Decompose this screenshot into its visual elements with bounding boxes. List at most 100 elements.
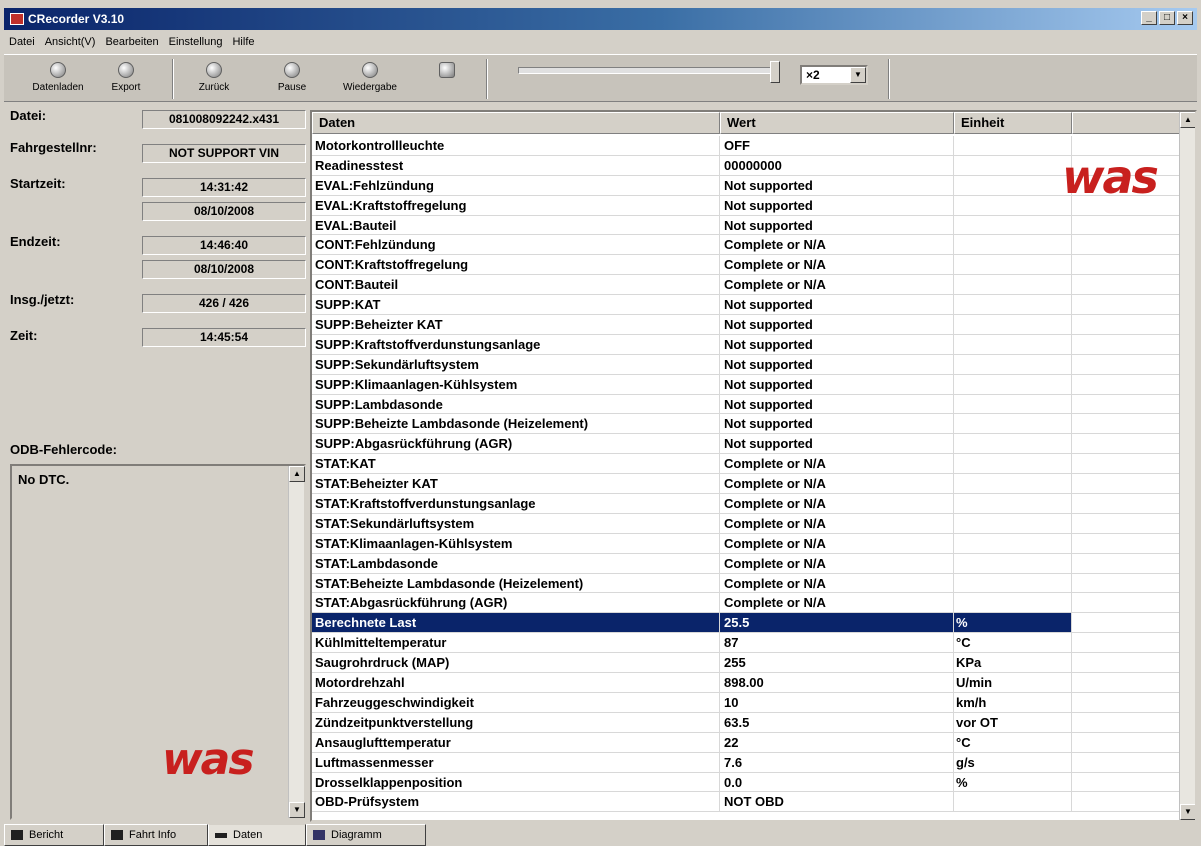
- table-row[interactable]: CONT:Bauteil Complete or N/A: [312, 275, 1181, 296]
- tab-diagramm[interactable]: Diagramm: [306, 824, 426, 846]
- cell-einheit: [954, 275, 1072, 295]
- cell-wert: Complete or N/A: [720, 494, 954, 513]
- table-row[interactable]: STAT:Beheizte Lambdasonde (Heizelement) C…: [312, 573, 1181, 594]
- cell-daten: OBD-Prüfsystem: [312, 792, 720, 812]
- cell-wert: 10: [720, 692, 954, 712]
- table-row[interactable]: SUPP:Abgasrückführung (AGR) Not supported: [312, 434, 1181, 455]
- pause-button[interactable]: Pause: [270, 59, 314, 99]
- table-row[interactable]: Motorkontrollleuchte OFF: [312, 136, 1181, 156]
- cell-einheit: [954, 573, 1072, 593]
- table-row[interactable]: STAT:Kraftstoffverdunstungsanlage Complet…: [312, 494, 1181, 514]
- cell-empty: [1072, 713, 1181, 732]
- maximize-button[interactable]: □: [1159, 11, 1175, 25]
- cell-wert: Complete or N/A: [720, 454, 954, 474]
- stop-button[interactable]: [432, 59, 462, 99]
- cell-daten: Saugrohrdruck (MAP): [312, 653, 720, 673]
- table-row[interactable]: SUPP:Klimaanlagen-Kühlsystem Not supporte…: [312, 374, 1181, 395]
- back-button[interactable]: Zurück: [192, 59, 236, 99]
- table-row[interactable]: STAT:Sekundärluftsystem Complete or N/A: [312, 513, 1181, 534]
- menu-bar: Datei Ansicht(V) Bearbeiten Einstellung …: [4, 32, 1197, 52]
- table-row[interactable]: CONT:Fehlzündung Complete or N/A: [312, 235, 1181, 256]
- table-row[interactable]: SUPP:Beheizter KAT Not supported: [312, 315, 1181, 335]
- cell-einheit: [954, 792, 1072, 812]
- table-row[interactable]: SUPP:Lambdasonde Not supported: [312, 394, 1181, 415]
- close-button[interactable]: ×: [1177, 11, 1193, 25]
- menu-datei[interactable]: Datei: [4, 36, 40, 48]
- toolbar-separator: [486, 59, 488, 99]
- play-button[interactable]: Wiedergabe: [336, 59, 404, 99]
- speed-select[interactable]: ×2 ▼: [800, 65, 868, 85]
- table-row[interactable]: EVAL:Kraftstoffregelung Not supported: [312, 195, 1181, 216]
- dtc-label: ODB-Fehlercode:: [10, 442, 117, 457]
- table-row[interactable]: OBD-Prüfsystem NOT OBD: [312, 792, 1181, 813]
- cell-einheit: [954, 255, 1072, 275]
- chevron-down-icon[interactable]: ▼: [850, 67, 866, 83]
- table-row[interactable]: Luftmassenmesser 7.6 g/s: [312, 752, 1181, 773]
- speed-value: ×2: [806, 68, 820, 82]
- table-row[interactable]: Berechnete Last 25.5%: [312, 613, 1181, 634]
- data-table[interactable]: Daten Wert Einheit Motorkontrollleuchte O…: [310, 110, 1197, 822]
- cell-empty: [1072, 673, 1181, 692]
- table-row[interactable]: SUPP:KAT Not supported: [312, 295, 1181, 316]
- tab-daten[interactable]: Daten: [208, 824, 306, 846]
- playback-slider[interactable]: [518, 67, 780, 74]
- window-title: CRecorder V3.10: [28, 12, 125, 26]
- export-button[interactable]: Export: [104, 59, 148, 99]
- table-row[interactable]: STAT:Lambdasonde Complete or N/A: [312, 553, 1181, 574]
- cell-empty: [1072, 753, 1181, 772]
- dtc-scrollbar[interactable]: ▲ ▼: [288, 466, 305, 818]
- cell-einheit: °C: [954, 633, 1072, 653]
- cell-einheit: [954, 494, 1072, 513]
- table-row[interactable]: CONT:Kraftstoffregelung Complete or N/A: [312, 255, 1181, 276]
- cell-empty: [1072, 792, 1181, 811]
- table-row[interactable]: SUPP:Kraftstoffverdunstungsanlage Not sup…: [312, 334, 1181, 355]
- scroll-up-icon[interactable]: ▲: [1180, 112, 1195, 128]
- table-row[interactable]: Zündzeitpunktverstellung 63.5 vor OT: [312, 712, 1181, 733]
- play-button-label: Wiedergabe: [343, 82, 397, 93]
- tab-bericht[interactable]: Bericht: [4, 824, 104, 846]
- load-button[interactable]: Datenladen: [32, 59, 84, 99]
- cell-wert: 25.5: [720, 613, 954, 633]
- cell-daten: STAT:Sekundärluftsystem: [312, 513, 720, 533]
- scroll-down-icon[interactable]: ▼: [1180, 804, 1195, 820]
- table-row[interactable]: Readinesstest 00000000: [312, 155, 1181, 176]
- cell-daten: Motordrehzahl: [312, 673, 720, 692]
- cell-daten: SUPP:Abgasrückführung (AGR): [312, 434, 720, 454]
- scroll-down-icon[interactable]: ▼: [289, 802, 305, 818]
- table-row[interactable]: SUPP:Beheizte Lambdasonde (Heizelement) N…: [312, 414, 1181, 435]
- cell-empty: [1072, 474, 1181, 493]
- table-row[interactable]: STAT:Abgasrückführung (AGR) Complete or N…: [312, 593, 1181, 614]
- cell-einheit: [954, 593, 1072, 613]
- playback-slider-thumb[interactable]: [770, 61, 780, 83]
- scroll-up-icon[interactable]: ▲: [289, 466, 305, 482]
- table-scrollbar[interactable]: ▲ ▼: [1179, 112, 1195, 820]
- column-header-wert[interactable]: Wert: [720, 112, 954, 134]
- menu-ansicht[interactable]: Ansicht(V): [40, 36, 101, 48]
- table-row[interactable]: STAT:Klimaanlagen-Kühlsystem Complete or …: [312, 533, 1181, 554]
- menu-einstellung[interactable]: Einstellung: [164, 36, 228, 48]
- table-row[interactable]: STAT:Beheizter KAT Complete or N/A: [312, 474, 1181, 495]
- dtc-list[interactable]: No DTC. ▲ ▼ was: [10, 464, 306, 820]
- cell-einheit: [954, 513, 1072, 533]
- table-row[interactable]: Fahrzeuggeschwindigkeit 10 km/h: [312, 692, 1181, 713]
- table-row[interactable]: EVAL:Bauteil Not supported: [312, 215, 1181, 236]
- table-row[interactable]: EVAL:Fehlzündung Not supported: [312, 175, 1181, 196]
- table-row[interactable]: SUPP:Sekundärluftsystem Not supported: [312, 354, 1181, 375]
- column-header-einheit[interactable]: Einheit: [954, 112, 1072, 134]
- menu-bearbeiten[interactable]: Bearbeiten: [100, 36, 163, 48]
- insg-label: Insg./jetzt:: [10, 292, 75, 307]
- table-row[interactable]: Drosselklappenposition 0.0%: [312, 772, 1181, 793]
- cell-daten: Motorkontrollleuchte: [312, 136, 720, 155]
- table-row[interactable]: Kühlmitteltemperatur 87 °C: [312, 633, 1181, 654]
- table-row[interactable]: Motordrehzahl 898.00 U/min: [312, 673, 1181, 693]
- table-row[interactable]: Saugrohrdruck (MAP) 255 KPa: [312, 653, 1181, 674]
- menu-hilfe[interactable]: Hilfe: [227, 36, 259, 48]
- minimize-button[interactable]: _: [1141, 11, 1157, 25]
- cell-wert: Complete or N/A: [720, 513, 954, 533]
- column-header-daten[interactable]: Daten: [312, 112, 720, 134]
- table-row[interactable]: Ansauglufttemperatur 22 °C: [312, 732, 1181, 753]
- table-row[interactable]: STAT:KAT Complete or N/A: [312, 454, 1181, 475]
- tab-fahrt-info[interactable]: Fahrt Info: [104, 824, 208, 846]
- cell-wert: Complete or N/A: [720, 275, 954, 295]
- cell-daten: STAT:Beheizte Lambdasonde (Heizelement): [312, 573, 720, 593]
